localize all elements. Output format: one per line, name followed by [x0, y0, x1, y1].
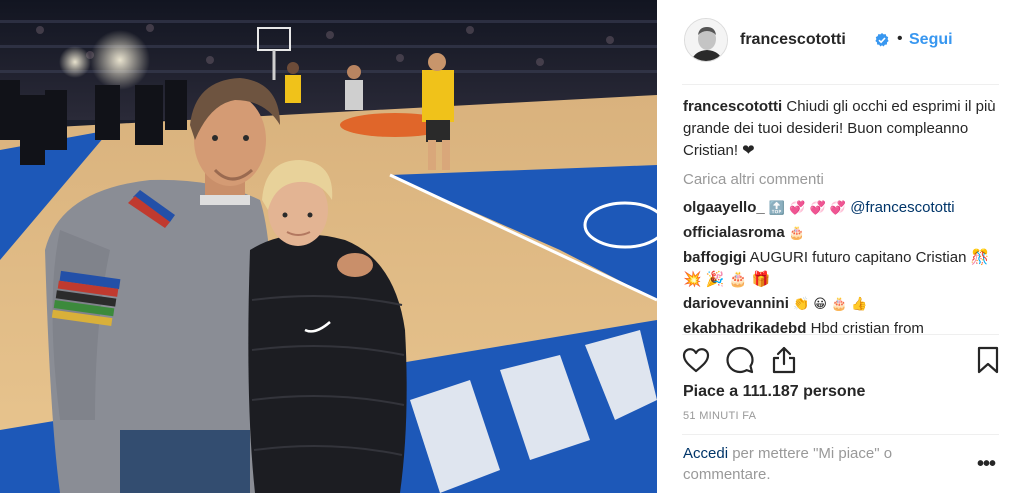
comment-mention[interactable]: @francescototti — [850, 199, 954, 216]
action-bar — [657, 343, 1024, 379]
comment: dariovevannini 👏 😀 🎂 👍 — [683, 293, 999, 316]
follow-button[interactable]: Segui — [909, 31, 953, 49]
post-image — [0, 0, 657, 493]
likes-count[interactable]: Piace a 111.187 persone — [683, 383, 865, 401]
comment: officialasroma 🎂 — [683, 222, 999, 245]
post-sidebar: francescototti • Segui francescototti Ch… — [657, 0, 1024, 493]
divider — [682, 334, 999, 335]
comment-username[interactable]: dariovevannini — [683, 295, 789, 312]
caption: francescototti Chiudi gli occhi ed espri… — [683, 96, 999, 162]
divider — [682, 434, 999, 435]
share-icon[interactable] — [769, 345, 799, 375]
avatar[interactable] — [684, 18, 728, 62]
comment-text: 🔝 💞 💞 💞 — [768, 201, 847, 216]
comment-text: Hbd cristian from — [810, 320, 924, 334]
post-timestamp[interactable]: 51 MINUTI FA — [683, 410, 756, 422]
comment-icon[interactable] — [725, 345, 755, 375]
comment-username[interactable]: officialasroma — [683, 224, 785, 241]
post-photo[interactable] — [0, 0, 657, 493]
comment-username[interactable]: olgaayello_ — [683, 199, 765, 216]
bookmark-icon[interactable] — [973, 345, 1003, 375]
login-prompt: Accedi per mettere "Mi piace" o commenta… — [683, 443, 933, 485]
comment: ekabhadrikadebd Hbd cristian from — [683, 318, 999, 334]
verified-badge-icon — [875, 33, 889, 47]
caption-username[interactable]: francescototti — [683, 98, 782, 115]
load-more-comments-button[interactable]: Carica altri commenti — [683, 169, 999, 191]
heart-icon[interactable] — [681, 345, 711, 375]
divider — [682, 84, 999, 85]
comment-username[interactable]: baffogigi — [683, 249, 746, 266]
header-separator: • — [897, 30, 903, 47]
comments-section[interactable]: francescototti Chiudi gli occhi ed espri… — [683, 96, 999, 334]
comment-text: 👏 😀 🎂 👍 — [793, 297, 868, 312]
comment-text: 🎂 — [788, 226, 806, 241]
more-options-icon[interactable]: ••• — [977, 453, 996, 476]
avatar-image — [685, 19, 727, 61]
login-link[interactable]: Accedi — [683, 445, 728, 462]
comment-username[interactable]: ekabhadrikadebd — [683, 320, 806, 334]
username[interactable]: francescototti — [740, 31, 846, 49]
post-header: francescototti • Segui — [657, 0, 1024, 84]
comment: baffogigi AUGURI futuro capitano Cristia… — [683, 247, 999, 291]
comment: olgaayello_ 🔝 💞 💞 💞 @francescototti — [683, 197, 999, 220]
